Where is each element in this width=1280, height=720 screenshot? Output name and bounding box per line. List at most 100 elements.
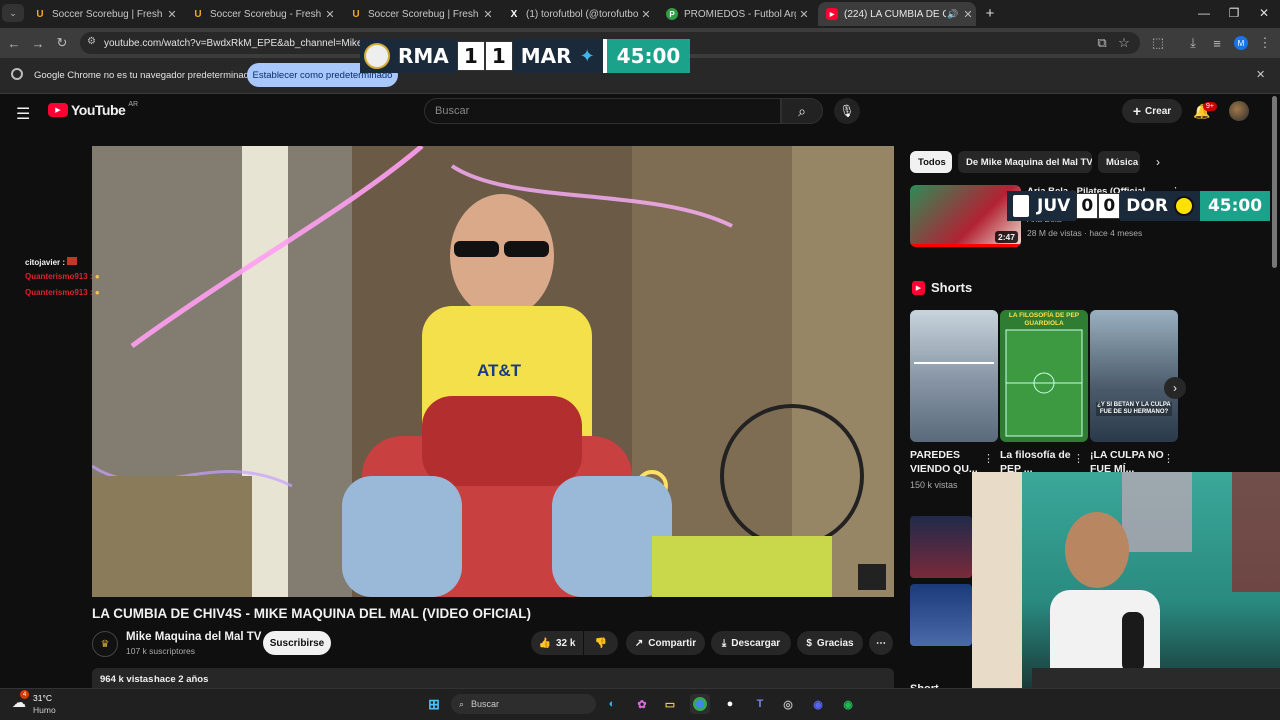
promiedos-favicon-icon: P: [666, 8, 678, 20]
taskbar-search-placeholder: Buscar: [471, 699, 500, 709]
short-thumbnail-3[interactable]: ¿Y SI BETAN Y LA CULPA FUE DE SU HERMANO…: [1090, 310, 1178, 442]
extensions-icon[interactable]: ⬚: [1148, 33, 1168, 53]
more-options-icon[interactable]: ⋮: [983, 452, 994, 465]
minimize-button[interactable]: —: [1190, 4, 1218, 22]
shorts-heading: Shorts: [931, 280, 973, 295]
download-button[interactable]: ⤓ Descargar: [711, 631, 791, 655]
more-options-icon[interactable]: ⋮: [1163, 452, 1174, 465]
hamburger-menu-icon[interactable]: ☰: [16, 104, 30, 124]
download-icon[interactable]: ⤓: [1183, 33, 1203, 53]
new-tab-button[interactable]: +: [976, 4, 1004, 22]
tab-5[interactable]: P PROMIEDOS - Futbol Argentino ✕: [658, 2, 812, 26]
short-thumbnail-2[interactable]: LA FILOSOFÍA DE PEP GUARDIOLA: [1000, 310, 1088, 442]
chat-line: citojavier :: [25, 257, 78, 267]
dislike-button[interactable]: 👎: [584, 631, 618, 655]
chip-channel[interactable]: De Mike Maquina del Mal TV: [958, 151, 1092, 173]
tab-title: PROMIEDOS - Futbol Argentino: [684, 8, 796, 20]
short-overlay-text: LA FILOSOFÍA DE PEP GUARDIOLA: [1008, 312, 1080, 327]
close-icon[interactable]: ✕: [322, 8, 338, 21]
cast-icon[interactable]: ⧉: [1092, 33, 1112, 53]
dortmund-crest-icon: [1173, 196, 1194, 216]
tab-search-button[interactable]: ⌄: [2, 4, 24, 22]
copilot-icon[interactable]: ✿: [632, 694, 652, 714]
thanks-button[interactable]: $ Gracias: [797, 631, 863, 655]
tab-2[interactable]: U Soccer Scorebug - Fresh - overl ✕: [184, 2, 338, 26]
search-icon[interactable]: ⌕: [781, 98, 823, 124]
channel-avatar[interactable]: ♛: [92, 631, 118, 657]
short-thumbnail-5[interactable]: [910, 584, 972, 646]
chat-user: citojavier :: [25, 258, 66, 267]
close-icon[interactable]: ✕: [480, 8, 496, 21]
shorts-next-icon[interactable]: ›: [1164, 377, 1186, 399]
recommended-thumbnail[interactable]: 2:47: [910, 185, 1021, 247]
back-icon[interactable]: ←: [4, 33, 24, 53]
taskbar-search[interactable]: ⌕ Buscar: [451, 694, 596, 714]
close-icon[interactable]: ✕: [164, 8, 180, 21]
page-scrollbar[interactable]: [1272, 96, 1277, 268]
video-player[interactable]: AT&T: [92, 146, 894, 597]
steam-icon[interactable]: ◎: [778, 694, 798, 714]
create-label: Crear: [1145, 105, 1172, 117]
microphone-icon[interactable]: 🎙: [834, 98, 860, 124]
description-box[interactable]: 964 k vistas hace 2 años: [92, 668, 894, 690]
yt-search-input[interactable]: Buscar: [424, 98, 781, 124]
tab-3[interactable]: U Soccer Scorebug | Fresh - overl ✕: [342, 2, 496, 26]
app-circle-icon[interactable]: ●: [720, 694, 740, 714]
chat-line: Quanterismo913 : ●: [25, 288, 100, 297]
menu-icon[interactable]: ⋮: [1255, 33, 1275, 53]
share-label: Compartir: [648, 637, 697, 649]
thanks-label: Gracias: [816, 637, 854, 649]
profile-avatar[interactable]: M: [1231, 33, 1251, 53]
away-score: 0: [1098, 193, 1121, 219]
more-options-icon[interactable]: ⋮: [1073, 452, 1084, 465]
chip-all[interactable]: Todos: [910, 151, 952, 173]
edge-icon[interactable]: ◐: [602, 694, 622, 714]
create-button[interactable]: + Crear: [1122, 99, 1182, 123]
close-icon[interactable]: ✕: [960, 8, 976, 21]
short-thumbnail-4[interactable]: [910, 516, 972, 578]
spotify-icon[interactable]: ◉: [838, 694, 858, 714]
weather-badge: 4: [20, 690, 29, 699]
tab-4[interactable]: X (1) torofutbol (@torofutbol9) / ✕: [500, 2, 654, 26]
close-icon[interactable]: ✕: [796, 8, 812, 21]
forward-icon[interactable]: →: [28, 33, 48, 53]
tab-1[interactable]: U Soccer Scorebug | Fresh - overl ✕: [26, 2, 180, 26]
close-icon[interactable]: ✕: [638, 8, 654, 21]
close-infobar-icon[interactable]: ✕: [1256, 68, 1265, 81]
home-team: RMA: [398, 44, 449, 68]
short-thumbnail-1[interactable]: [910, 310, 998, 442]
teams-icon[interactable]: T: [750, 694, 770, 714]
share-button[interactable]: ↗ Compartir: [626, 631, 705, 655]
youtube-logo[interactable]: ▶ YouTube AR: [48, 100, 139, 118]
search-placeholder: Buscar: [435, 105, 470, 117]
tab-6-active[interactable]: ▶ (224) LA CUMBIA DE CHIV4 🔊 ✕: [818, 2, 976, 26]
url-text: youtube.com/watch?v=BwdxRkM_EPE&ab_chann…: [104, 37, 382, 49]
webcam-overlay: [972, 472, 1280, 688]
subscriber-count: 107 k suscriptores: [126, 646, 195, 656]
site-info-icon[interactable]: ⚙: [87, 36, 96, 47]
chevron-right-icon[interactable]: ›: [1156, 155, 1160, 169]
scorebug-away: MAR ✦: [512, 39, 603, 73]
bookmark-star-icon[interactable]: ☆: [1114, 33, 1134, 53]
file-explorer-icon[interactable]: ▭: [660, 694, 680, 714]
channel-name[interactable]: Mike Maquina del Mal TV: [126, 631, 261, 643]
windows-start-icon[interactable]: ⊞: [424, 694, 444, 714]
speaker-icon[interactable]: 🔊: [946, 9, 960, 20]
region-code: AR: [128, 100, 139, 108]
like-button[interactable]: 👍 32 k: [531, 631, 583, 655]
window-close-button[interactable]: ✕: [1250, 4, 1278, 22]
reading-list-icon[interactable]: ≡: [1207, 33, 1227, 53]
pitch-graphic: [1005, 329, 1083, 437]
reload-icon[interactable]: ↻: [52, 33, 72, 53]
restore-button[interactable]: ❐: [1220, 4, 1248, 22]
marseille-crest-icon: ✦: [579, 45, 595, 67]
discord-icon[interactable]: ◉: [808, 694, 828, 714]
more-actions-button[interactable]: ⋯: [869, 631, 893, 655]
match-clock: 45:00: [1199, 191, 1271, 221]
chat-user: Quanterismo913 :: [25, 288, 93, 297]
chip-music[interactable]: Música: [1098, 151, 1140, 173]
chrome-taskbar-icon[interactable]: [690, 694, 710, 714]
yt-avatar[interactable]: [1229, 101, 1249, 121]
plus-icon: +: [1132, 103, 1142, 119]
subscribe-button[interactable]: Suscribirse: [263, 631, 331, 655]
